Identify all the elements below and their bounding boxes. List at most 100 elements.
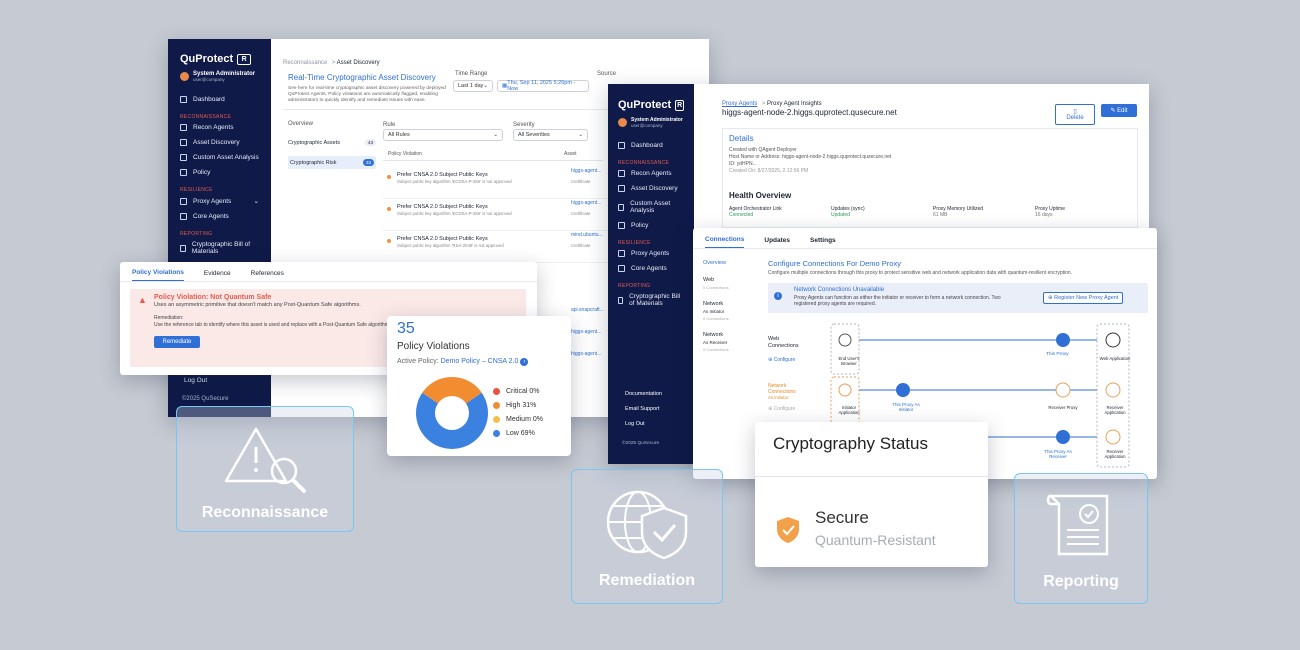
register-proxy-button[interactable]: ⊕ Register New Proxy Agent xyxy=(1043,292,1124,304)
delete-button[interactable]: ▯ Delete xyxy=(1055,104,1095,125)
arrow-right-icon[interactable]: › xyxy=(520,358,529,366)
asset-link[interactable]: higgs-agent... xyxy=(571,168,601,174)
tab-evidence[interactable]: Evidence xyxy=(204,270,231,281)
nav-documentation[interactable]: Documentation xyxy=(625,387,662,402)
proxy-receiver-label: This Proxy As Receiver xyxy=(1044,449,1072,459)
nav-policy[interactable]: Policy xyxy=(618,218,684,233)
nav-logout[interactable]: Log Out xyxy=(625,417,662,432)
web-connections-label: Web Connections xyxy=(768,336,799,349)
table-row[interactable]: Prefer CNSA 2.0 Subject Public Keys Subj… xyxy=(383,231,608,263)
side-network-receiver[interactable]: Network As Receiver 0 Connections xyxy=(703,332,759,353)
copyright: ©2025 QuSecure xyxy=(622,441,660,446)
avatar xyxy=(618,118,627,127)
tile-remediation[interactable]: Remediation xyxy=(571,469,723,604)
core-icon xyxy=(618,265,625,272)
tab-policy-violations[interactable]: Policy Violations xyxy=(132,269,184,281)
status-subtitle: Quantum-Resistant xyxy=(815,532,936,548)
web-app-icon xyxy=(1105,332,1121,348)
copyright: ©2025 QuSecure xyxy=(182,396,229,402)
table-row[interactable]: Prefer CNSA 2.0 Subject Public Keys Subj… xyxy=(383,167,608,199)
tab-references[interactable]: References xyxy=(251,270,284,281)
side-network-initiator[interactable]: Network As Initiator 0 Connections xyxy=(703,301,759,322)
shield-check-icon xyxy=(777,517,799,543)
page-description: See here for real-time cryptographic ass… xyxy=(288,86,446,103)
legend-dot xyxy=(493,429,500,437)
tile-reconnaissance[interactable]: Reconnaissance xyxy=(176,406,354,532)
tab-cryptographic-assets[interactable]: Cryptographic Assets 43 xyxy=(288,139,376,146)
nav-email-support[interactable]: Email Support xyxy=(625,402,662,417)
table-row[interactable]: Prefer CNSA 2.0 Subject Public Keys Subj… xyxy=(383,199,608,231)
details-heading: Details xyxy=(729,134,754,143)
user-menu[interactable]: System Administrator user@company xyxy=(180,71,259,82)
side-web[interactable]: Web 0 Connections xyxy=(703,277,759,291)
receiver-app-icon xyxy=(1105,429,1121,445)
asset-side-tabs: Overview Cryptographic Assets 43 Cryptog… xyxy=(288,121,376,169)
edit-button[interactable]: ✎ Edit xyxy=(1101,104,1137,117)
breadcrumb-proxy-agents[interactable]: Proxy Agents xyxy=(722,101,757,107)
chevron-down-icon: ⌄ xyxy=(253,198,259,205)
side-overview[interactable]: Overview xyxy=(703,260,759,267)
nav-custom-asset[interactable]: Custom Asset Analysis xyxy=(618,196,684,218)
nav-proxy-agents[interactable]: Proxy Agents ⌄ xyxy=(180,193,259,209)
violation-table-body: Prefer CNSA 2.0 Subject Public Keys Subj… xyxy=(383,167,608,263)
nav-core-agents[interactable]: Core Agents xyxy=(180,209,259,224)
rule-select[interactable]: All Rules ⌄ xyxy=(383,129,503,141)
asset-link[interactable]: higgs-agent... xyxy=(571,200,601,206)
col-policy-violation[interactable]: Policy Violation xyxy=(388,151,422,157)
logo-mark-icon: R xyxy=(675,99,684,111)
nav-logout[interactable]: Log Out xyxy=(184,373,207,388)
network-unavailable-alert: i Network Connections Unavailable Proxy … xyxy=(768,283,1148,313)
sidebar: QuProtect R System Administrator user@com… xyxy=(608,84,694,464)
app-logo[interactable]: QuProtect R xyxy=(618,99,684,111)
nav-policy[interactable]: Policy xyxy=(180,165,259,180)
warning-icon: ▲ xyxy=(138,295,147,305)
remediate-button[interactable]: Remediate xyxy=(154,336,200,348)
tab-settings[interactable]: Settings xyxy=(810,237,836,248)
alert-title: Network Connections Unavailable xyxy=(794,287,885,293)
details-lines: Created with QAgent Deployer Host Name o… xyxy=(729,147,892,174)
user-email: user@company xyxy=(193,77,225,82)
count-badge: 33 xyxy=(362,159,374,166)
sidebar-footer-links: Documentation Email Support Log Out xyxy=(625,387,662,432)
radar-icon xyxy=(618,170,625,177)
user-menu[interactable]: System Administrator user@company xyxy=(618,117,684,128)
app-logo[interactable]: QuProtect R xyxy=(180,53,259,65)
date-range-picker[interactable]: ▦ Thu, Sep 11, 2025 5:26pm - Now xyxy=(497,80,589,92)
asset-link[interactable]: api.snapcraft... xyxy=(571,299,604,321)
browser-box xyxy=(830,323,860,375)
tab-updates[interactable]: Updates xyxy=(764,237,790,248)
count-badge: 43 xyxy=(364,139,376,146)
severity-select[interactable]: All Severities ⌄ xyxy=(513,129,588,141)
asset-link[interactable]: mind.ubuntu... xyxy=(571,232,603,238)
warning-magnifier-icon xyxy=(224,427,306,493)
nav-recon-agents[interactable]: Recon Agents xyxy=(180,120,259,135)
health-heading: Health Overview xyxy=(729,191,792,200)
asset-link[interactable]: higgs-agent... xyxy=(571,343,604,365)
tab-cryptographic-risk[interactable]: Cryptographic Risk 33 xyxy=(288,156,376,169)
nav-dashboard[interactable]: Dashboard xyxy=(180,92,259,107)
nav-core-agents[interactable]: Core Agents xyxy=(618,261,684,276)
nav-asset-discovery[interactable]: Asset Discovery xyxy=(180,135,259,150)
receiver-app-icon xyxy=(1105,382,1121,398)
nav-dashboard[interactable]: Dashboard xyxy=(618,138,684,153)
nav-cbom[interactable]: Cryptographic Bill of Materials xyxy=(618,289,684,311)
configure-network-link[interactable]: ⊕ Configure xyxy=(768,406,795,412)
nav-custom-asset[interactable]: Custom Asset Analysis xyxy=(180,150,259,165)
active-policy-link[interactable]: Demo Policy – CNSA 2.0 xyxy=(441,358,519,365)
col-asset[interactable]: Asset xyxy=(564,151,577,157)
overview-link[interactable]: Overview xyxy=(288,121,376,127)
home-icon xyxy=(180,96,187,103)
user-email: user@company xyxy=(631,123,663,128)
nav-asset-discovery[interactable]: Asset Discovery xyxy=(618,181,684,196)
tab-connections[interactable]: Connections xyxy=(705,236,745,248)
nav-recon-agents[interactable]: Recon Agents xyxy=(618,166,684,181)
remediation-label: Remediation: xyxy=(154,315,184,321)
nav-proxy-agents[interactable]: Proxy Agents xyxy=(618,246,684,261)
nav-cbom[interactable]: Cryptographic Bill of Materials xyxy=(180,237,259,259)
configure-web-link[interactable]: ⊕ Configure xyxy=(768,357,795,363)
document-icon xyxy=(180,244,186,252)
tile-reporting[interactable]: Reporting xyxy=(1014,473,1148,604)
asset-link[interactable]: higgs-agent... xyxy=(571,321,604,343)
time-range-select[interactable]: Last 1 day ⌄ xyxy=(453,80,493,92)
severity-dot xyxy=(387,175,391,179)
